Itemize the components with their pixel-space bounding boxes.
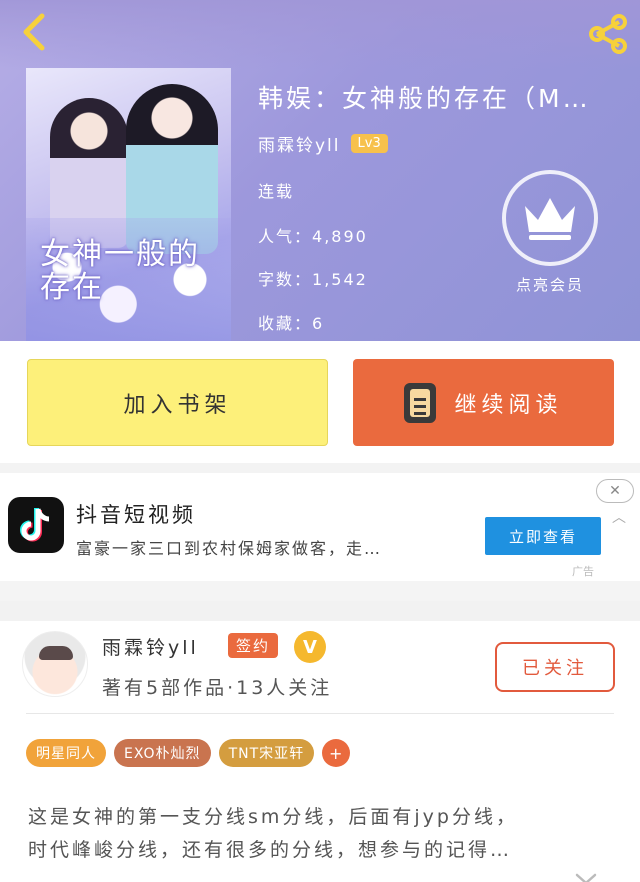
author-card: 雨霖铃yll 签约 V 著有5部作品·13人关注 已关注 明星同人 EXO朴灿烈… xyxy=(0,601,640,882)
ad-close-button[interactable]: ✕ xyxy=(596,479,634,503)
chevron-down-icon[interactable] xyxy=(574,871,598,882)
ad-view-button[interactable]: 立即查看 xyxy=(485,517,601,555)
follow-button[interactable]: 已关注 xyxy=(495,642,615,692)
signed-badge: 签约 xyxy=(228,633,279,658)
tag-item[interactable]: 明星同人 xyxy=(26,739,106,767)
add-to-shelf-label: 加入书架 xyxy=(123,392,232,418)
crown-icon xyxy=(525,198,575,240)
back-button[interactable] xyxy=(12,10,56,54)
popularity-row: 人气：4,890 xyxy=(258,223,368,247)
ad-title: 抖音短视频 xyxy=(76,503,196,527)
favorites-row: 收藏：6 xyxy=(258,310,324,334)
ad-banner[interactable]: 抖音短视频 富豪一家三口到农村保姆家做客，走… 立即查看 ✕ ︿ 广告 xyxy=(0,463,640,581)
popularity-label: 人气： xyxy=(258,227,313,246)
vip-circle xyxy=(502,170,598,266)
avatar[interactable] xyxy=(22,631,88,697)
description-line: 这是女神的第一支分线sm分线，后面有jyp分线， xyxy=(28,806,518,828)
author-line: 雨霖铃yll Lv3 xyxy=(258,131,388,156)
tag-list: 明星同人 EXO朴灿烈 TNT宋亚轩 + xyxy=(26,739,351,767)
add-tag-button[interactable]: + xyxy=(322,739,351,767)
author-name[interactable]: 雨霖铃yll xyxy=(258,131,341,156)
book-title: 韩娱：女神般的存在（M… xyxy=(258,84,591,113)
word-count-row: 字数：1,542 xyxy=(258,266,368,290)
add-to-shelf-button[interactable]: 加入书架 xyxy=(27,359,328,446)
share-button[interactable] xyxy=(584,10,632,58)
tag-item[interactable]: EXO朴灿烈 xyxy=(114,739,211,767)
status-text: 连载 xyxy=(258,182,295,201)
book-icon xyxy=(404,382,437,423)
vip-label: 点亮会员 xyxy=(515,276,584,294)
word-count-value: 1,542 xyxy=(312,270,368,289)
share-icon xyxy=(589,14,627,54)
verified-badge-icon: V xyxy=(294,631,326,663)
level-badge: Lv3 xyxy=(350,134,388,153)
continue-reading-button[interactable]: 继续阅读 xyxy=(353,359,614,446)
douyin-logo-icon xyxy=(8,497,64,553)
ad-mark: 广告 xyxy=(572,565,594,578)
popularity-value: 4,890 xyxy=(312,227,368,246)
header-fade xyxy=(0,0,640,70)
favorites-label: 收藏： xyxy=(258,314,313,333)
word-count-label: 字数： xyxy=(258,270,313,289)
favorites-value: 6 xyxy=(312,314,325,333)
author-card-name[interactable]: 雨霖铃yll xyxy=(102,633,199,660)
cover-title: 女神一般的存在 xyxy=(40,237,200,305)
ad-chevron-up-icon: ︿ xyxy=(612,510,626,526)
tag-item[interactable]: TNT宋亚轩 xyxy=(218,739,315,767)
book-description[interactable]: 这是女神的第一支分线sm分线，后面有jyp分线， 时代峰峻分线，还有很多的分线，… xyxy=(28,801,618,867)
continue-reading-label: 继续阅读 xyxy=(454,392,563,418)
action-bar: 加入书架 继续阅读 xyxy=(0,341,640,463)
ad-description: 富豪一家三口到农村保姆家做客，走… xyxy=(76,539,383,558)
back-icon xyxy=(23,13,45,51)
book-cover[interactable]: 女神一般的存在 xyxy=(26,68,231,341)
vip-button[interactable]: 点亮会员 xyxy=(500,170,600,295)
author-stats: 著有5部作品·13人关注 xyxy=(102,677,333,699)
description-line: 时代峰峻分线，还有很多的分线，想参与的记得… xyxy=(28,839,513,861)
book-header: 女神一般的存在 韩娱：女神般的存在（M… 雨霖铃yll Lv3 连载 人气：4,… xyxy=(0,0,640,341)
divider xyxy=(26,713,614,714)
